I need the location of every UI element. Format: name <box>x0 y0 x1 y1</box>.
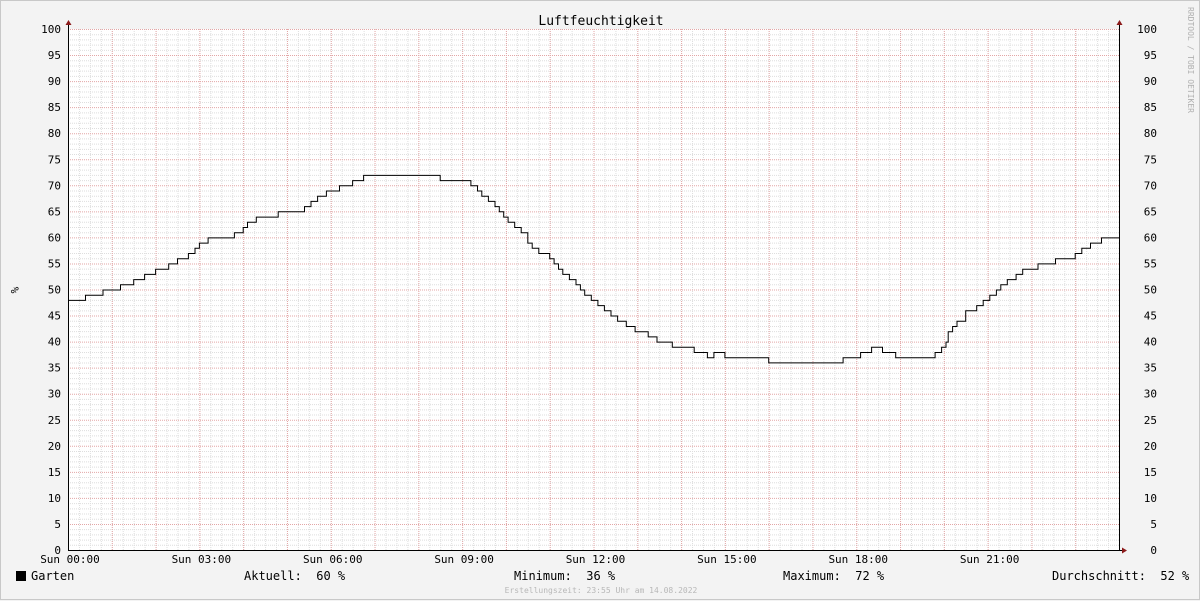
rrdtool-watermark: RRDTOOL / TOBI OETIKER <box>1186 7 1195 113</box>
legend-swatch <box>16 571 26 581</box>
x-axis-arrow <box>1122 547 1127 554</box>
stat-min-value: 36 % <box>586 569 616 583</box>
y-axis-arrow-left <box>65 20 72 25</box>
y-tick-label: 65 <box>48 205 61 218</box>
y-tick-label: 35 <box>48 362 61 375</box>
y-tick-label-right: 45 <box>1144 310 1157 323</box>
stat-current: Aktuell: 60 % <box>244 569 345 583</box>
y-tick-label-right: 20 <box>1144 440 1157 453</box>
x-tick-label: Sun 09:00 <box>434 553 494 566</box>
y-tick-label-right: 75 <box>1144 153 1157 166</box>
y-tick-label-right: 25 <box>1144 414 1157 427</box>
stat-max-value: 72 % <box>855 569 885 583</box>
y-tick-label-right: 50 <box>1144 284 1157 297</box>
y-tick-label-right: 65 <box>1144 205 1157 218</box>
y-tick-label: 25 <box>48 414 61 427</box>
y-tick-label: 60 <box>48 231 61 244</box>
y-tick-label-right: 35 <box>1144 362 1157 375</box>
stat-average: Durchschnitt: 52 % <box>1052 569 1189 583</box>
stat-current-value: 60 % <box>316 569 346 583</box>
y-tick-label: 15 <box>48 466 61 479</box>
y-tick-label: 80 <box>48 127 61 140</box>
y-tick-label: 30 <box>48 388 61 401</box>
y-tick-label-right: 95 <box>1144 49 1157 62</box>
y-tick-label: 50 <box>48 284 61 297</box>
x-tick-label: Sun 03:00 <box>172 553 232 566</box>
y-tick-label-right: 40 <box>1144 336 1157 349</box>
legend-item-garten: Garten <box>16 569 74 583</box>
y-tick-label: 85 <box>48 101 61 114</box>
x-tick-label: Sun 18:00 <box>828 553 888 566</box>
y-tick-label: 45 <box>48 310 61 323</box>
stat-max-label: Maximum: <box>783 569 841 583</box>
stat-avg-value: 52 % <box>1160 569 1190 583</box>
y-axis-arrow-right <box>1116 20 1123 25</box>
y-tick-label: 40 <box>48 336 61 349</box>
y-tick-labels-left: 0510152025303540455055606570758085909510… <box>41 23 61 557</box>
humidity-chart: 0 5 10 15 20 25 30 35 40 45 50 55 60 65 70 75 80 85 90 95 10… <box>8 7 1195 566</box>
legend-label: Garten <box>31 569 75 583</box>
stat-maximum: Maximum: 72 % <box>783 569 884 583</box>
y-tick-label-right: 90 <box>1144 75 1157 88</box>
y-tick-label-right: 15 <box>1144 466 1157 479</box>
y-tick-label: 75 <box>48 153 61 166</box>
y-tick-labels-right: 0 5 10 15 20 25 30 35 40 45 50 55 60 65 70 75 80 85 90 95 10… <box>1137 23 1157 557</box>
y-tick-label: 90 <box>48 75 61 88</box>
stat-current-label: Aktuell: <box>244 569 302 583</box>
x-tick-labels: Sun 00:00 Sun 03:00 Sun 06:00 Sun 09:00 Sun … <box>40 553 1019 566</box>
y-tick-label-right: 70 <box>1144 179 1157 192</box>
stat-minimum: Minimum: 36 % <box>514 569 615 583</box>
y-tick-label-right: 85 <box>1144 101 1157 114</box>
graph-frame: 0 5 10 15 20 25 30 35 40 45 50 55 60 65 70 75 80 85 90 95 10… <box>0 0 1200 600</box>
x-tick-label: Sun 06:00 <box>303 553 363 566</box>
y-tick-label-right: 55 <box>1144 257 1157 270</box>
x-tick-label: Sun 12:00 <box>566 553 626 566</box>
chart-title: Luftfeuchtigkeit <box>538 14 663 29</box>
x-tick-label: Sun 15:00 <box>697 553 757 566</box>
x-tick-label: Sun 00:00 <box>40 553 100 566</box>
y-tick-label-right: 10 <box>1144 492 1157 505</box>
y-tick-label: 5 <box>54 518 61 531</box>
y-tick-label-right: 5 <box>1150 518 1157 531</box>
y-tick-label: 20 <box>48 440 61 453</box>
y-tick-label-right: 0 <box>1150 544 1157 557</box>
y-tick-label: 70 <box>48 179 61 192</box>
x-tick-label: Sun 21:00 <box>960 553 1020 566</box>
y-tick-label: 95 <box>48 49 61 62</box>
stat-avg-label: Durchschnitt: <box>1052 569 1146 583</box>
y-tick-label-right: 80 <box>1144 127 1157 140</box>
y-tick-label: 100 <box>41 23 61 36</box>
y-tick-label-right: 60 <box>1144 231 1157 244</box>
y-tick-label: 10 <box>48 492 61 505</box>
creation-timestamp: Erstellungszeit: 23:55 Uhr am 14.08.2022 <box>504 586 698 595</box>
stat-min-label: Minimum: <box>514 569 572 583</box>
y-axis-label: % <box>8 287 21 294</box>
y-tick-label-right: 100 <box>1137 23 1157 36</box>
y-tick-label: 55 <box>48 257 61 270</box>
y-tick-label-right: 30 <box>1144 388 1157 401</box>
